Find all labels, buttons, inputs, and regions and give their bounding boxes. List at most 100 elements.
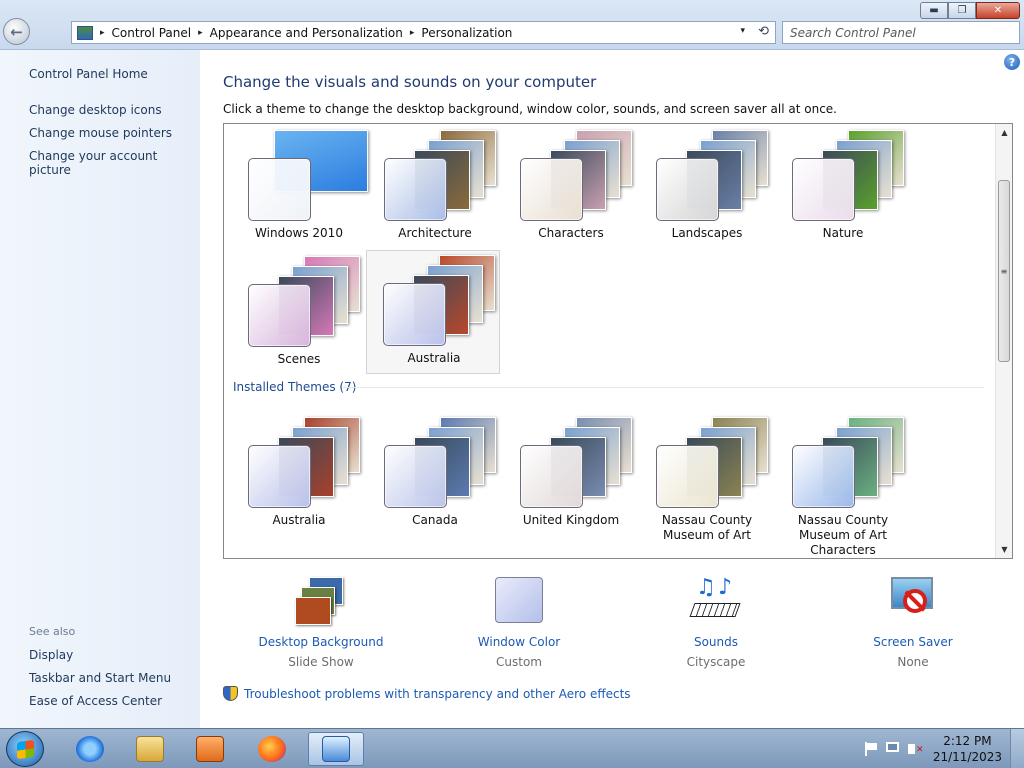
desktop-background-icon (295, 575, 347, 625)
breadcrumb-separator-icon[interactable]: ▸ (198, 28, 203, 38)
vertical-scrollbar[interactable]: ▲ ≡ ▼ (995, 124, 1012, 558)
action-center-flag-icon[interactable] (864, 742, 878, 756)
network-icon[interactable] (886, 742, 900, 756)
theme-preview (792, 417, 904, 511)
scroll-thumb[interactable]: ≡ (998, 180, 1010, 362)
my-theme-tile[interactable]: Scenes (232, 252, 366, 376)
my-theme-tile[interactable]: Architecture (368, 126, 502, 250)
installed-theme-tile[interactable]: United Kingdom (504, 413, 638, 537)
taskbar-control-panel[interactable] (308, 732, 364, 766)
breadcrumb-separator-icon[interactable]: ▸ (410, 28, 415, 38)
installed-theme-tile[interactable]: Nassau County Museum of Art Characters (776, 413, 910, 557)
theme-preview (520, 130, 632, 224)
theme-preview (248, 130, 368, 224)
folder-icon (136, 736, 164, 762)
breadcrumb-separator-icon[interactable]: ▸ (100, 28, 105, 38)
taskbar-media-player[interactable] (182, 732, 238, 766)
search-box[interactable] (782, 21, 1020, 44)
back-button[interactable]: ← (3, 18, 30, 45)
theme-name-label: Australia (272, 513, 326, 527)
address-bar[interactable]: ▸ Control Panel ▸ Appearance and Persona… (71, 21, 776, 44)
taskbar-start-menu-link[interactable]: Taskbar and Start Menu (29, 671, 171, 685)
close-button[interactable]: ✕ (976, 2, 1020, 19)
theme-name-label: Nassau County Museum of Art (661, 513, 753, 542)
window-color-swatch (656, 445, 719, 508)
window-color-icon (493, 575, 545, 625)
see-also-heading: See also (29, 625, 76, 638)
section-divider (342, 387, 984, 388)
scroll-down-icon[interactable]: ▼ (996, 541, 1012, 558)
theme-preview (248, 417, 360, 511)
theme-name-label: Scenes (277, 352, 321, 366)
taskbar-windows-explorer[interactable] (122, 732, 178, 766)
theme-list[interactable]: Windows 2010 Architecture Characters Landsc… (223, 123, 1013, 559)
window-color-swatch (656, 158, 719, 221)
address-dropdown-icon[interactable]: ▾ (740, 26, 745, 36)
window-color-swatch (383, 283, 446, 346)
installed-theme-tile[interactable]: Australia (232, 413, 366, 537)
uac-shield-icon (223, 686, 238, 701)
clock-date: 21/11/2023 (932, 750, 1002, 764)
window-color-swatch (792, 445, 855, 508)
internet-explorer-icon (76, 736, 104, 762)
sounds-label[interactable]: Sounds (646, 635, 786, 649)
search-input[interactable] (790, 25, 1010, 40)
my-theme-tile[interactable]: Australia (366, 250, 500, 374)
theme-name-label: Windows 2010 (255, 226, 343, 240)
system-tray: ✕ 2:12 PM 21/11/2023 (844, 729, 1024, 768)
sounds-option[interactable]: ♫ ♪ Sounds Cityscape (646, 575, 786, 669)
media-player-icon (196, 736, 224, 762)
theme-name-label: Architecture (398, 226, 472, 240)
my-theme-tile[interactable]: Landscapes (640, 126, 774, 250)
desktop-background-value: Slide Show (288, 655, 354, 669)
clock[interactable]: 2:12 PM 21/11/2023 (933, 733, 1002, 765)
display-link[interactable]: Display (29, 648, 73, 662)
clock-time: 2:12 PM (943, 734, 992, 748)
theme-name-label: Characters (538, 226, 604, 240)
theme-preview (656, 130, 768, 224)
screen-saver-label[interactable]: Screen Saver (843, 635, 983, 649)
installed-themes-heading[interactable]: Installed Themes (7) (233, 380, 356, 394)
change-account-picture-link[interactable]: Change your account picture (29, 149, 200, 177)
installed-theme-tile[interactable]: Canada (368, 413, 502, 537)
screen-saver-option[interactable]: Screen Saver None (843, 575, 983, 669)
desktop-background-option[interactable]: Desktop Background Slide Show (251, 575, 391, 669)
taskbar-firefox[interactable] (244, 732, 300, 766)
troubleshoot-link[interactable]: Troubleshoot problems with transparency … (223, 686, 631, 701)
screen-saver-icon (887, 575, 939, 625)
page-title: Change the visuals and sounds on your co… (223, 73, 597, 91)
desktop-background-label[interactable]: Desktop Background (251, 635, 391, 649)
change-desktop-icons-link[interactable]: Change desktop icons (29, 103, 162, 117)
back-arrow-icon: ← (10, 22, 23, 41)
window-color-option[interactable]: Window Color Custom (449, 575, 589, 669)
window-title-bar: ▬ ❐ ✕ ← ▸ Control Panel ▸ Appearance and… (0, 0, 1024, 50)
volume-muted-icon[interactable]: ✕ (908, 742, 924, 756)
installed-theme-tile[interactable]: Nassau County Museum of Art (640, 413, 774, 542)
maximize-button[interactable]: ❐ (948, 2, 976, 19)
window-color-swatch (384, 158, 447, 221)
page-description: Click a theme to change the desktop back… (223, 102, 837, 116)
control-panel-home-link[interactable]: Control Panel Home (29, 67, 148, 81)
breadcrumb-control-panel[interactable]: Control Panel (112, 26, 192, 40)
scroll-up-icon[interactable]: ▲ (996, 124, 1012, 141)
left-pane: Control Panel Home Change desktop icons … (0, 50, 200, 728)
my-theme-tile[interactable]: Characters (504, 126, 638, 250)
breadcrumb-personalization[interactable]: Personalization (421, 26, 512, 40)
help-icon[interactable]: ? (1004, 54, 1020, 70)
my-theme-tile[interactable]: Nature (776, 126, 910, 250)
breadcrumb-appearance[interactable]: Appearance and Personalization (210, 26, 403, 40)
window-color-label[interactable]: Window Color (449, 635, 589, 649)
change-mouse-pointers-link[interactable]: Change mouse pointers (29, 126, 172, 140)
control-panel-icon (322, 736, 350, 762)
sounds-value: Cityscape (686, 655, 746, 669)
window-color-swatch (248, 284, 311, 347)
my-theme-tile[interactable]: Windows 2010 (232, 126, 368, 250)
ease-of-access-link[interactable]: Ease of Access Center (29, 694, 162, 708)
troubleshoot-label[interactable]: Troubleshoot problems with transparency … (244, 687, 631, 701)
minimize-button[interactable]: ▬ (920, 2, 948, 19)
refresh-icon[interactable]: ⟲ (758, 24, 769, 39)
taskbar-internet-explorer[interactable] (62, 732, 118, 766)
window-color-swatch (384, 445, 447, 508)
start-button[interactable] (6, 731, 44, 767)
show-desktop-button[interactable] (1010, 729, 1024, 768)
